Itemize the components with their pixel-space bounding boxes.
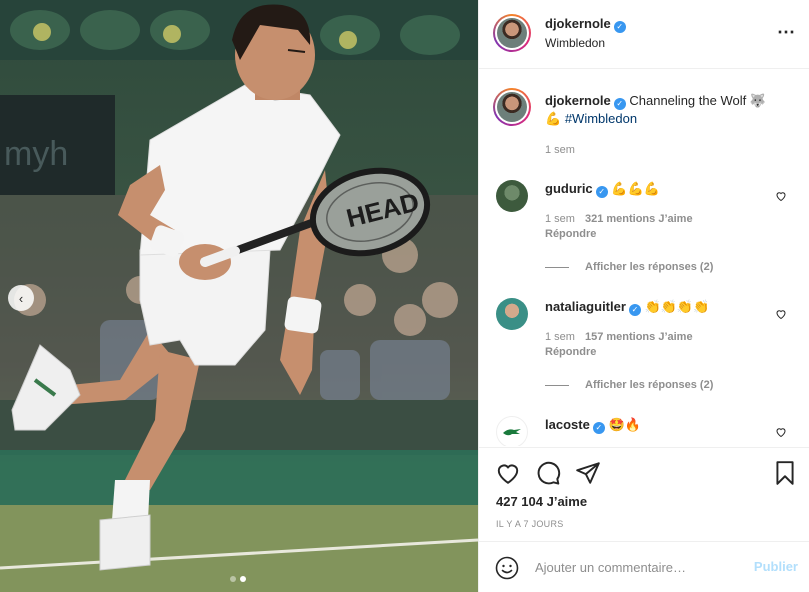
- caption-text: Channeling the Wolf 🐺: [629, 93, 767, 108]
- post-caption: djokernole ✓ Channeling the Wolf 🐺 💪 #Wim…: [545, 92, 795, 128]
- comment-like-heart-icon[interactable]: [775, 426, 787, 438]
- post-photo: myh HEAD ‹: [0, 0, 478, 592]
- reply-button[interactable]: Répondre: [545, 346, 596, 358]
- comment-time[interactable]: 1 sem: [545, 331, 575, 343]
- comment-text: 💪💪💪: [611, 181, 660, 196]
- emoji-smiley-icon[interactable]: [495, 556, 519, 580]
- verified-badge-icon: ✓: [613, 98, 626, 110]
- commenter-username[interactable]: lacoste: [545, 417, 590, 432]
- reply-button[interactable]: Répondre: [545, 228, 596, 240]
- caption-username[interactable]: djokernole: [545, 93, 611, 108]
- post-header: djokernole ✓ Wimbledon ⋯: [479, 0, 809, 69]
- comment-likes[interactable]: 157 mentions J’aime: [585, 331, 693, 343]
- crocodile-logo-icon: [503, 429, 521, 436]
- commenter-avatar[interactable]: [496, 416, 528, 446]
- view-replies-button[interactable]: Afficher les réponses (2): [545, 379, 713, 391]
- more-options-icon[interactable]: ⋯: [777, 22, 796, 43]
- comment-item: lacoste ✓ 🤩🔥: [545, 416, 641, 434]
- carousel-indicator: [230, 576, 246, 582]
- save-bookmark-icon[interactable]: [772, 460, 798, 486]
- divider-line: [545, 266, 569, 268]
- commenter-avatar[interactable]: [496, 180, 528, 212]
- post-actions: 427 104 J’aime IL Y A 7 JOURS: [479, 447, 809, 541]
- comment-time[interactable]: 1 sem: [545, 213, 575, 225]
- post-location[interactable]: Wimbledon: [545, 36, 605, 50]
- comment-likes[interactable]: 321 mentions J’aime: [585, 213, 693, 225]
- comment-input[interactable]: [535, 557, 735, 577]
- author-username[interactable]: djokernole: [545, 16, 611, 31]
- comment-item: nataliaguitler ✓ 👏👏👏👏: [545, 298, 709, 316]
- comment-text: 🤩🔥: [608, 417, 641, 432]
- view-replies-label: Afficher les réponses (2): [585, 379, 714, 391]
- comment-text: 👏👏👏👏: [644, 299, 710, 314]
- view-replies-button[interactable]: Afficher les réponses (2): [545, 261, 713, 273]
- caption-time[interactable]: 1 sem: [545, 144, 575, 156]
- like-heart-icon[interactable]: [495, 460, 521, 486]
- verified-badge-icon: ✓: [592, 422, 605, 434]
- commenter-username[interactable]: guduric: [545, 181, 593, 196]
- verified-badge-icon: ✓: [613, 21, 626, 33]
- publish-button[interactable]: Publier: [754, 559, 798, 574]
- view-replies-label: Afficher les réponses (2): [585, 261, 714, 273]
- verified-badge-icon: ✓: [628, 304, 641, 316]
- commenter-username[interactable]: nataliaguitler: [545, 299, 626, 314]
- comments-list[interactable]: djokernole ✓ Channeling the Wolf 🐺 💪 #Wim…: [479, 70, 809, 446]
- comment-bubble-icon[interactable]: [535, 460, 561, 486]
- commenter-avatar[interactable]: [496, 298, 528, 330]
- verified-badge-icon: ✓: [595, 186, 608, 198]
- chevron-left-icon: ‹: [18, 290, 24, 306]
- divider-line: [545, 384, 569, 386]
- author-avatar[interactable]: [493, 14, 531, 52]
- share-send-icon[interactable]: [575, 460, 601, 486]
- post-side-panel: djokernole ✓ Wimbledon ⋯ djokernole ✓ Chan…: [478, 0, 809, 592]
- post-timestamp[interactable]: IL Y A 7 JOURS: [496, 519, 564, 529]
- caption-emoji: 💪: [545, 111, 562, 126]
- add-comment-bar: Publier: [479, 541, 809, 592]
- comment-like-heart-icon[interactable]: [775, 308, 787, 320]
- comment-like-heart-icon[interactable]: [775, 190, 787, 202]
- carousel-prev-button[interactable]: ‹: [8, 285, 34, 311]
- carousel-dot-active: [240, 576, 246, 582]
- comment-item: guduric ✓ 💪💪💪: [545, 180, 660, 198]
- caption-avatar[interactable]: [493, 88, 531, 126]
- carousel-dot: [230, 576, 236, 582]
- tennis-player-illustration: myh HEAD: [0, 0, 478, 592]
- likes-count[interactable]: 427 104 J’aime: [496, 494, 587, 509]
- svg-text:myh: myh: [4, 135, 68, 173]
- hashtag-link[interactable]: #Wimbledon: [565, 111, 637, 126]
